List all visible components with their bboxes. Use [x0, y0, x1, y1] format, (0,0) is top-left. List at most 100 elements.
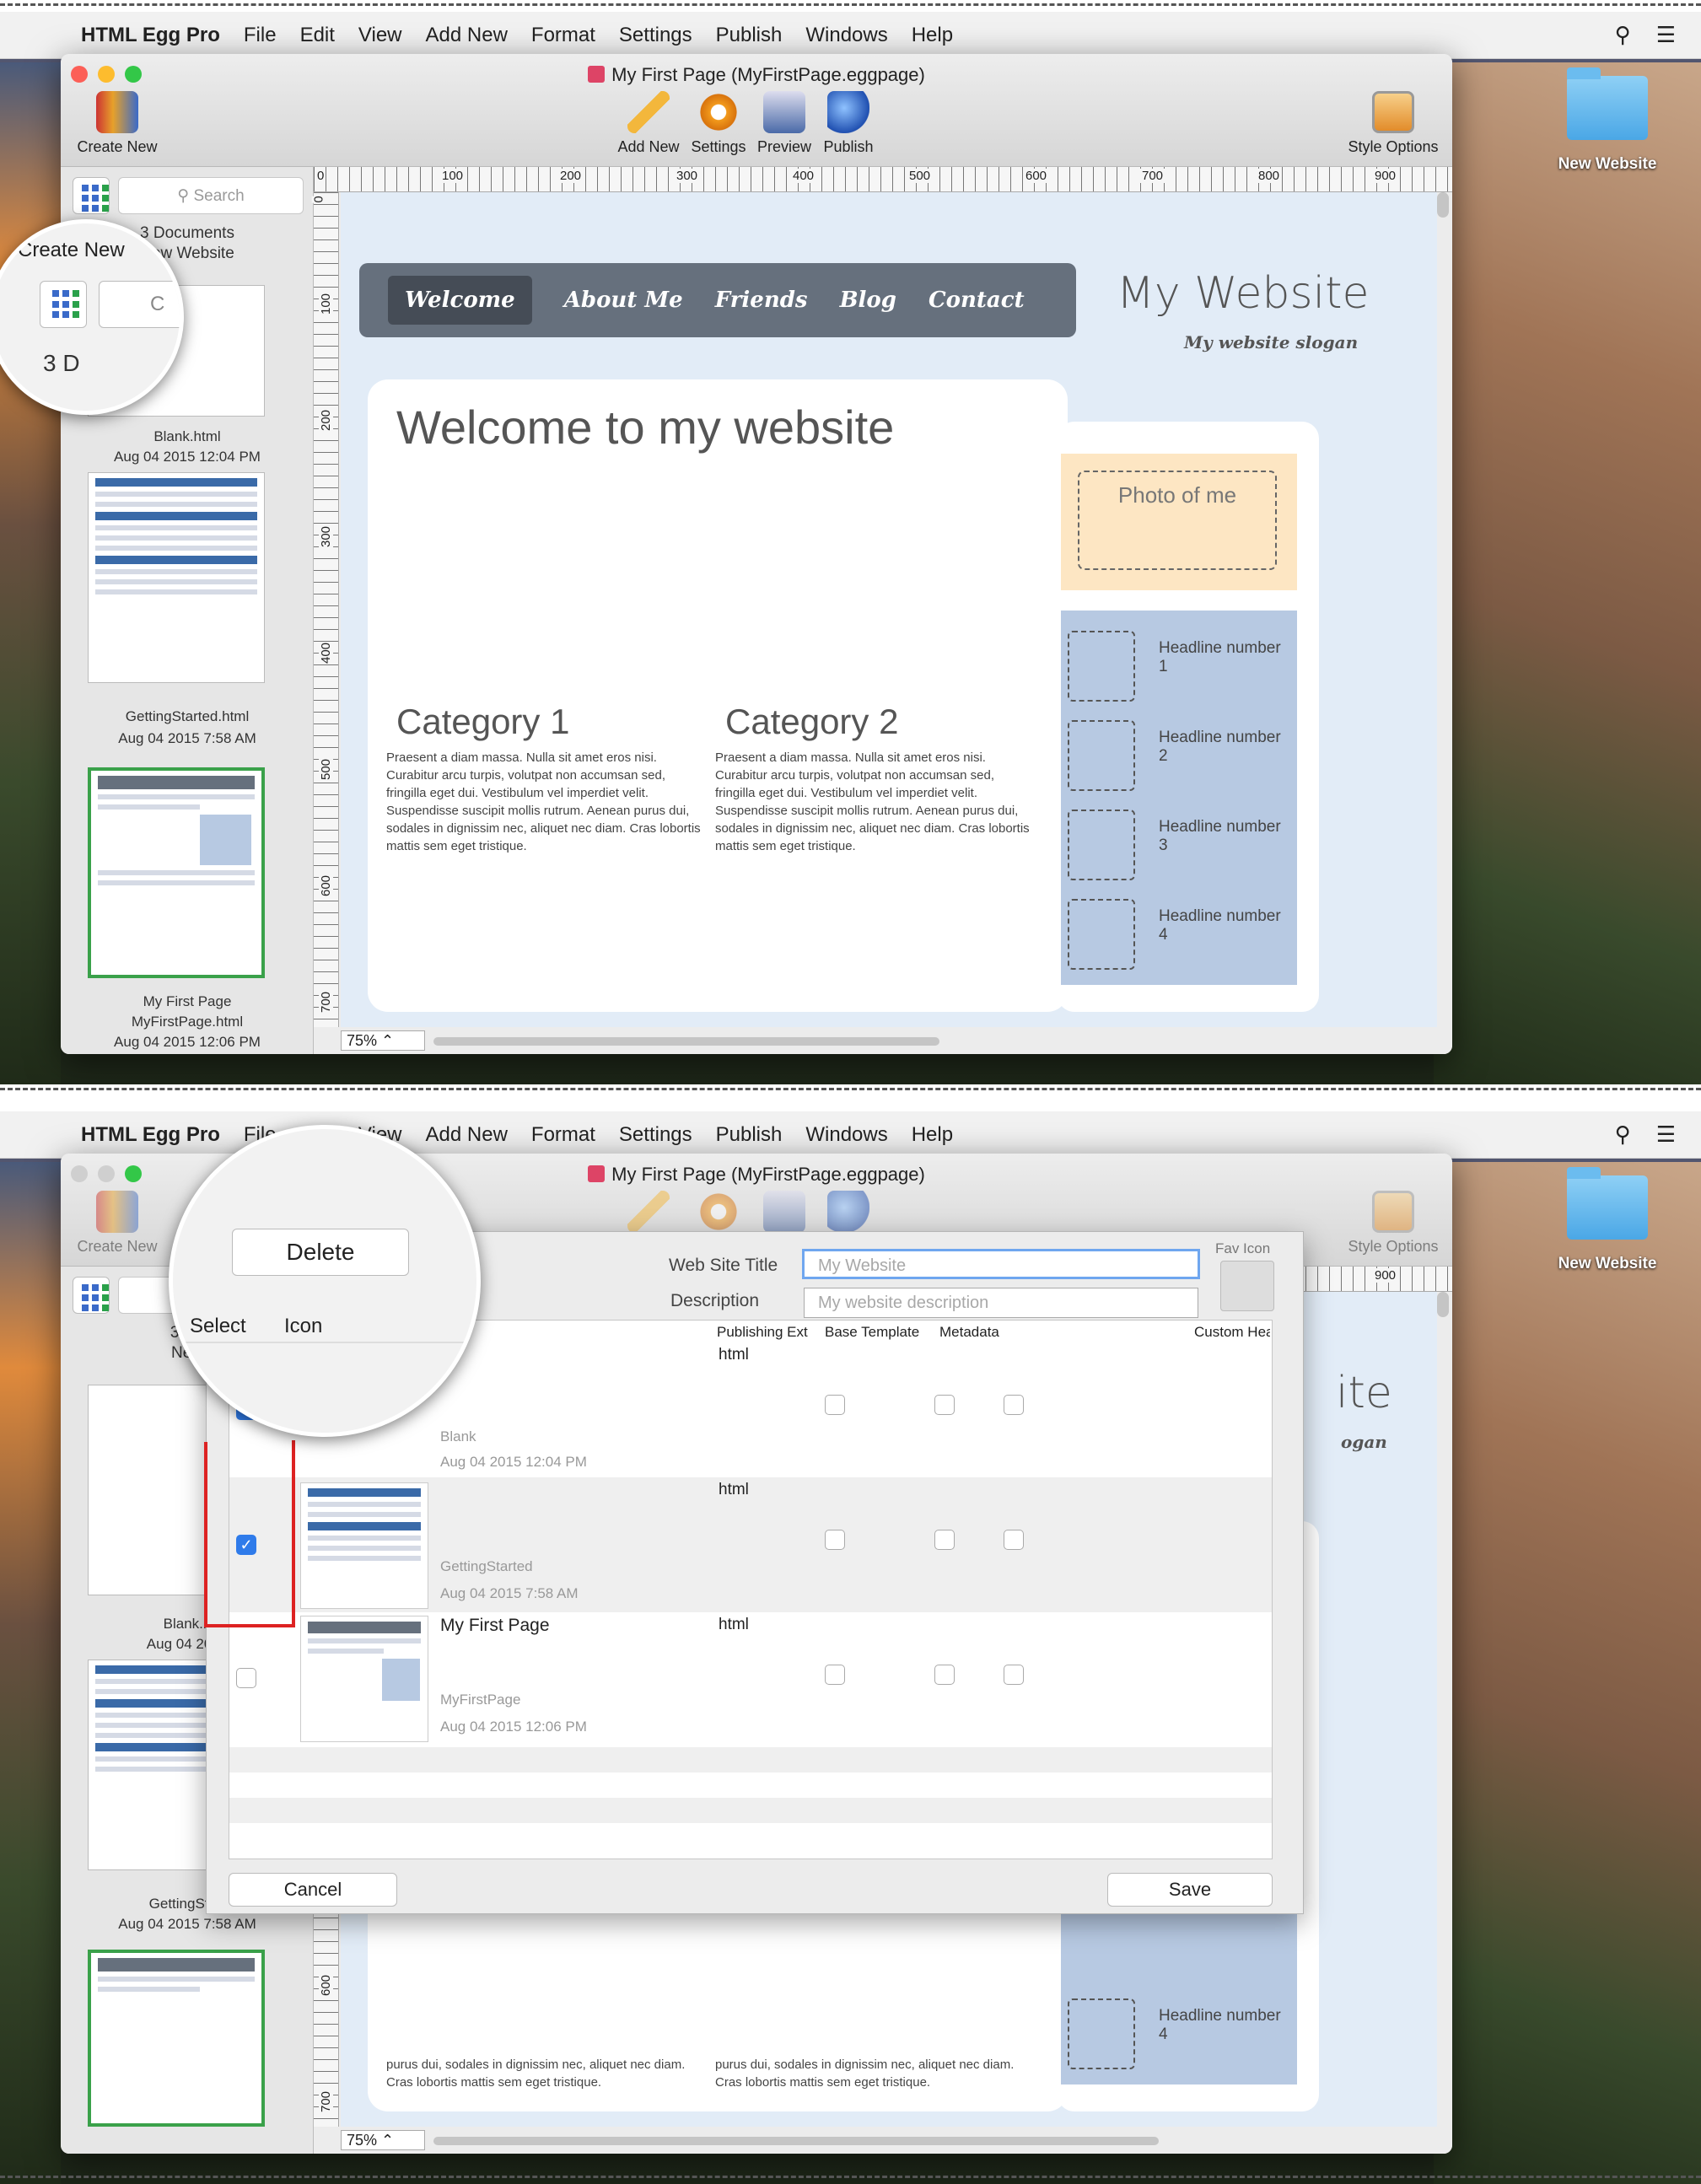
- preview-button[interactable]: Preview: [752, 91, 816, 156]
- create-new-button[interactable]: Create New: [71, 1191, 164, 1256]
- headline-item[interactable]: Headline number 1: [1068, 631, 1290, 707]
- metadata-checkbox[interactable]: [934, 1530, 955, 1550]
- cancel-button[interactable]: Cancel: [229, 1873, 397, 1907]
- menu-edit[interactable]: Edit: [300, 24, 335, 47]
- category-1-heading[interactable]: Category 1: [396, 702, 569, 742]
- delete-button[interactable]: Delete: [232, 1229, 409, 1276]
- menu-app-name[interactable]: HTML Egg Pro: [81, 1123, 220, 1147]
- metadata-checkbox[interactable]: [934, 1395, 955, 1415]
- menu-help[interactable]: Help: [912, 1123, 953, 1147]
- description-input[interactable]: My website description: [804, 1288, 1198, 1318]
- notification-list-icon[interactable]: ☰: [1656, 1122, 1676, 1148]
- zoom-select[interactable]: 75% ⌃: [341, 2130, 425, 2150]
- metadata-checkbox[interactable]: [934, 1665, 955, 1685]
- custom-header-checkbox[interactable]: [1004, 1395, 1024, 1415]
- ruler-v-label: 400: [319, 642, 334, 664]
- ruler-h-label: 700: [1140, 169, 1165, 183]
- ruler-h-label: 900: [1373, 169, 1398, 183]
- zoom-select[interactable]: 75% ⌃: [341, 1030, 425, 1051]
- desktop-folder-label[interactable]: New Website: [1548, 155, 1667, 174]
- base-template-checkbox[interactable]: [825, 1395, 845, 1415]
- spotlight-search-icon[interactable]: ⚲: [1615, 1122, 1631, 1148]
- site-title[interactable]: My Website: [1117, 268, 1369, 319]
- vertical-scrollbar[interactable]: [1437, 1292, 1449, 1317]
- site-slogan[interactable]: My website slogan: [1184, 332, 1358, 352]
- menu-settings[interactable]: Settings: [619, 1123, 692, 1147]
- horizontal-scrollbar[interactable]: [433, 2137, 1159, 2145]
- web-site-title-label: Web Site Title: [669, 1256, 778, 1275]
- headline-item[interactable]: Headline number 3: [1068, 810, 1290, 885]
- category-1-text[interactable]: Praesent a diam massa. Nulla sit amet er…: [386, 749, 707, 855]
- create-new-button[interactable]: Create New: [71, 91, 164, 156]
- grid-view-button[interactable]: [73, 177, 110, 214]
- style-options-label: Style Options: [1348, 138, 1439, 155]
- nav-about-me[interactable]: About Me: [564, 288, 683, 313]
- vertical-ruler: 0 100 200 300 400 500 600 700: [311, 192, 339, 1027]
- desktop-folder-label[interactable]: New Website: [1548, 1255, 1667, 1273]
- getting-started-thumbnail[interactable]: [88, 472, 265, 683]
- nav-welcome[interactable]: Welcome: [388, 276, 532, 325]
- photo-box[interactable]: Photo of me: [1061, 454, 1297, 590]
- search-input[interactable]: ⚲ Search: [118, 177, 304, 214]
- my-first-page-thumbnail[interactable]: [88, 1950, 265, 2127]
- apple-icon[interactable]: [32, 1122, 66, 1148]
- menu-publish[interactable]: Publish: [716, 24, 783, 47]
- menu-windows[interactable]: Windows: [805, 24, 887, 47]
- menu-app-name[interactable]: HTML Egg Pro: [81, 24, 220, 47]
- category-2-heading[interactable]: Category 2: [725, 702, 898, 742]
- headline-item[interactable]: Headline number 4: [1068, 899, 1290, 975]
- menu-add-new[interactable]: Add New: [426, 1123, 508, 1147]
- folder-icon[interactable]: [1567, 67, 1648, 140]
- menu-add-new[interactable]: Add New: [426, 24, 508, 47]
- table-row[interactable]: My First Page MyFirstPage Aug 04 2015 12…: [229, 1612, 1272, 1747]
- horizontal-scrollbar[interactable]: [433, 1037, 939, 1046]
- headline-item[interactable]: Headline number 2: [1068, 720, 1290, 796]
- table-row[interactable]: ✓ GettingStarted Aug 04 2015 7:58 AM htm…: [229, 1477, 1272, 1612]
- style-options-button[interactable]: Style Options: [1343, 91, 1444, 156]
- page-canvas[interactable]: Welcome About Me Friends Blog Contact My…: [341, 192, 1437, 1027]
- spotlight-search-icon[interactable]: ⚲: [1615, 22, 1631, 48]
- base-template-checkbox[interactable]: [825, 1530, 845, 1550]
- zoom-value: 75%: [347, 1032, 378, 1049]
- welcome-heading[interactable]: Welcome to my website: [396, 400, 894, 455]
- my-first-page-thumbnail[interactable]: [88, 767, 265, 978]
- settings-button[interactable]: Settings: [685, 91, 752, 156]
- category-1-text-tail: purus dui, sodales in dignissim nec, ali…: [386, 2058, 686, 2090]
- apple-icon[interactable]: [32, 23, 66, 48]
- menu-format[interactable]: Format: [531, 1123, 595, 1147]
- base-template-checkbox[interactable]: [825, 1665, 845, 1685]
- ruler-v-label: 300: [319, 525, 334, 548]
- nav-contact[interactable]: Contact: [929, 288, 1025, 313]
- select-checkbox[interactable]: [236, 1668, 256, 1688]
- row-date: Aug 04 2015 12:04 PM: [440, 1454, 587, 1470]
- nav-blog[interactable]: Blog: [840, 288, 896, 313]
- custom-header-checkbox[interactable]: [1004, 1530, 1024, 1550]
- publish-button[interactable]: Publish: [816, 91, 880, 156]
- nav-friends[interactable]: Friends: [715, 288, 808, 313]
- wallpaper-cliff: [1434, 62, 1701, 1084]
- headline-item[interactable]: Headline number 4: [1068, 1998, 1290, 2074]
- folder-icon[interactable]: [1567, 1167, 1648, 1240]
- custom-header-checkbox[interactable]: [1004, 1665, 1024, 1685]
- menu-format[interactable]: Format: [531, 24, 595, 47]
- fav-icon-well[interactable]: [1220, 1261, 1274, 1311]
- vertical-scrollbar[interactable]: [1437, 192, 1449, 218]
- menu-publish[interactable]: Publish: [716, 1123, 783, 1147]
- notification-list-icon[interactable]: ☰: [1656, 22, 1676, 48]
- menu-help[interactable]: Help: [912, 24, 953, 47]
- style-options-button[interactable]: Style Options: [1343, 1191, 1444, 1256]
- pencil-icon: [627, 1191, 670, 1233]
- menu-settings[interactable]: Settings: [619, 24, 692, 47]
- menu-view[interactable]: View: [358, 24, 402, 47]
- headline-text: Headline number 2: [1159, 729, 1281, 765]
- select-checkbox[interactable]: ✓: [236, 1535, 256, 1555]
- category-2-text[interactable]: Praesent a diam massa. Nulla sit amet er…: [715, 749, 1036, 855]
- web-site-title-input[interactable]: My Website: [802, 1249, 1200, 1279]
- add-new-button[interactable]: Add New: [611, 91, 686, 156]
- menu-file[interactable]: File: [244, 24, 277, 47]
- menu-windows[interactable]: Windows: [805, 1123, 887, 1147]
- add-new-label: Add New: [617, 138, 680, 155]
- grid-view-button[interactable]: [73, 1277, 110, 1314]
- save-button[interactable]: Save: [1107, 1873, 1273, 1907]
- my-first-page-doc-date: Aug 04 2015 12:06 PM: [114, 1034, 261, 1050]
